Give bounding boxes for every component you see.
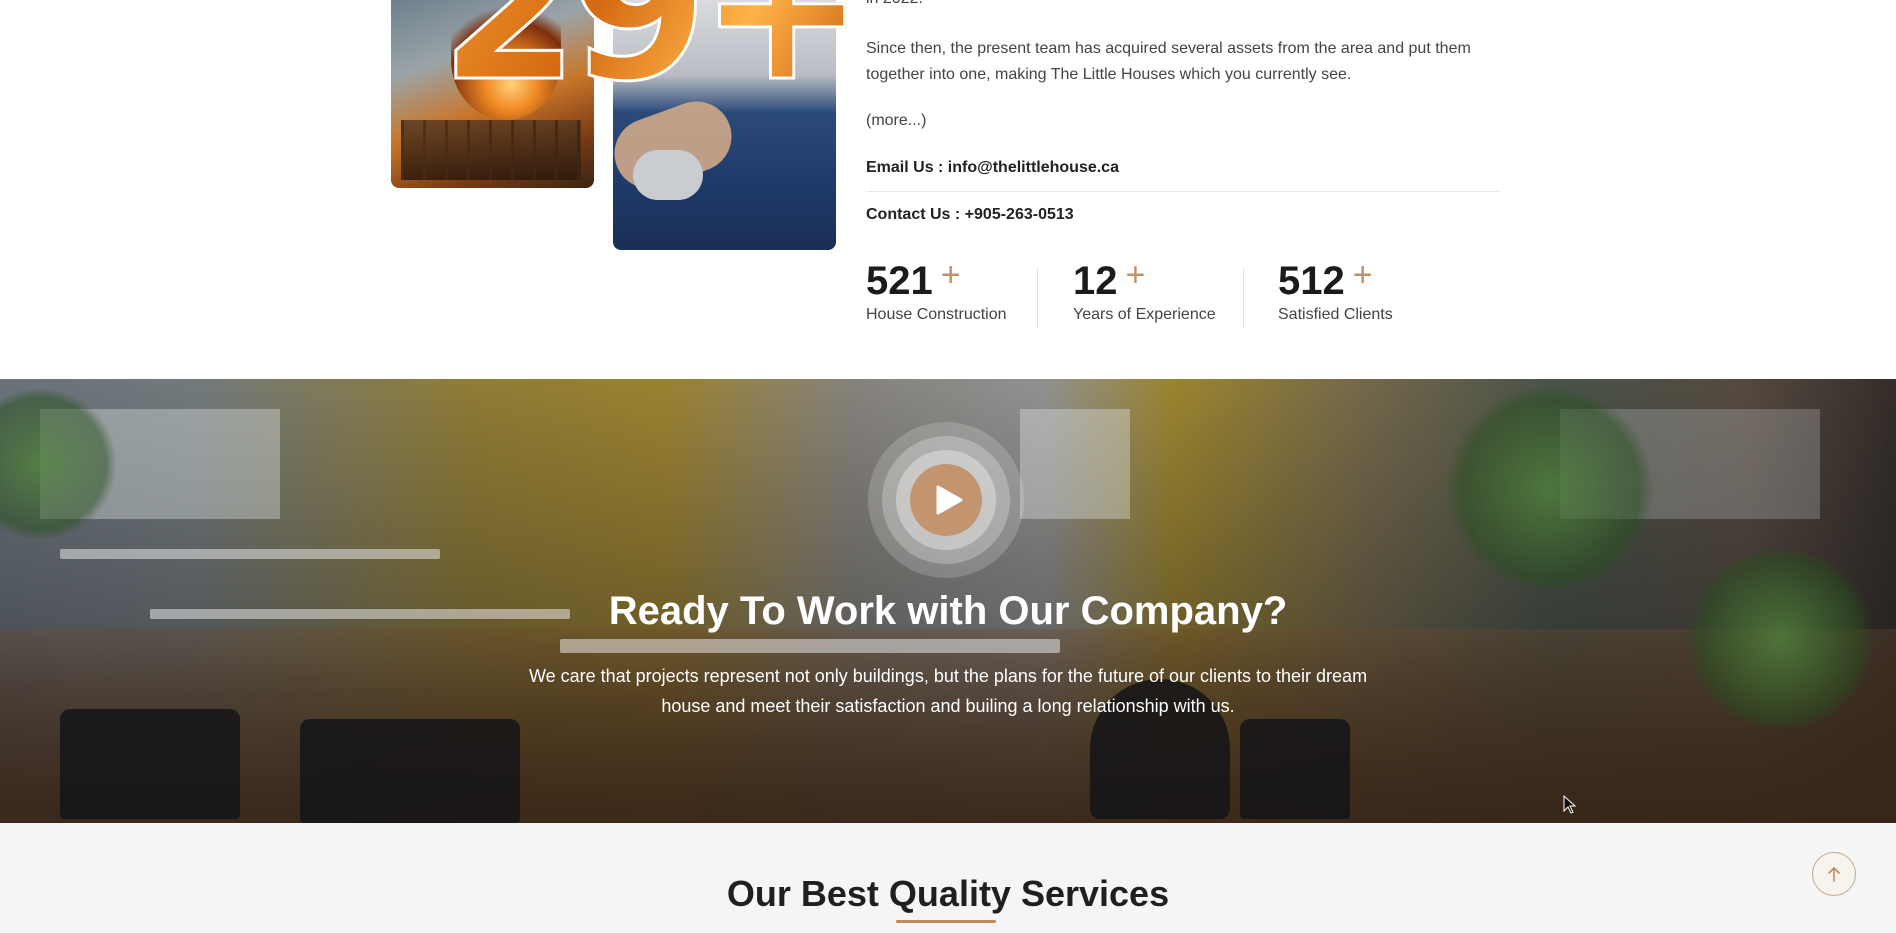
plus-icon: + — [1352, 256, 1373, 294]
about-paragraph: Since then, the present team has acquire… — [866, 40, 1471, 83]
stat-satisfied-clients: 512 + Satisfied Clients — [1278, 256, 1393, 324]
stat-value: 521 — [866, 259, 933, 303]
cta-title: Ready To Work with Our Company? — [608, 589, 1288, 633]
phone-contact[interactable]: Contact Us : +905-263-0513 — [866, 202, 1074, 228]
background-armchair — [60, 709, 240, 819]
stat-years-experience: 12 + Years of Experience — [1073, 256, 1216, 324]
background-window — [1020, 409, 1130, 519]
scaffolding — [401, 120, 581, 180]
stat-label: Years of Experience — [1073, 306, 1216, 323]
services-title: Our Best Quality Services — [726, 873, 1170, 914]
background-floor — [0, 629, 1896, 823]
plus-icon: + — [1125, 256, 1146, 294]
background-plant — [1440, 389, 1660, 589]
stat-value: 512 — [1278, 259, 1345, 303]
worker-glove — [633, 150, 703, 200]
background-chair — [1240, 719, 1350, 819]
stat-label: House Construction — [866, 306, 1007, 323]
plus-icon: + — [940, 256, 961, 294]
background-table — [560, 639, 1060, 653]
background-plant — [1680, 549, 1880, 729]
about-section: 29+ in 2022. Since then, the present tea… — [0, 0, 1896, 379]
title-underline — [896, 920, 996, 923]
video-play-control — [868, 422, 1024, 578]
stat-divider — [1037, 268, 1038, 328]
more-link[interactable]: (more...) — [866, 108, 926, 134]
play-button[interactable] — [910, 464, 982, 536]
services-section: Our Best Quality Services — [0, 823, 1896, 933]
stat-house-construction: 521 + House Construction — [866, 256, 1007, 324]
stat-value: 12 — [1073, 259, 1118, 303]
about-paragraph-cut: in 2022. — [866, 0, 923, 12]
divider — [866, 191, 1500, 192]
stat-label: Satisfied Clients — [1278, 306, 1393, 323]
cta-description: We care that projects represent not only… — [528, 666, 1368, 716]
email-contact[interactable]: Email Us : info@thelittlehouse.ca — [866, 155, 1119, 181]
arrow-up-icon — [1828, 867, 1840, 882]
back-to-top-button[interactable] — [1812, 852, 1856, 896]
mouse-cursor-icon — [1563, 795, 1577, 814]
play-icon — [936, 485, 963, 515]
background-table — [60, 549, 440, 559]
years-badge-image-text: 29+ — [439, 0, 868, 111]
background-armchair — [300, 719, 520, 823]
cta-banner: Ready To Work with Our Company? We care … — [0, 379, 1896, 823]
stat-divider — [1243, 268, 1244, 328]
